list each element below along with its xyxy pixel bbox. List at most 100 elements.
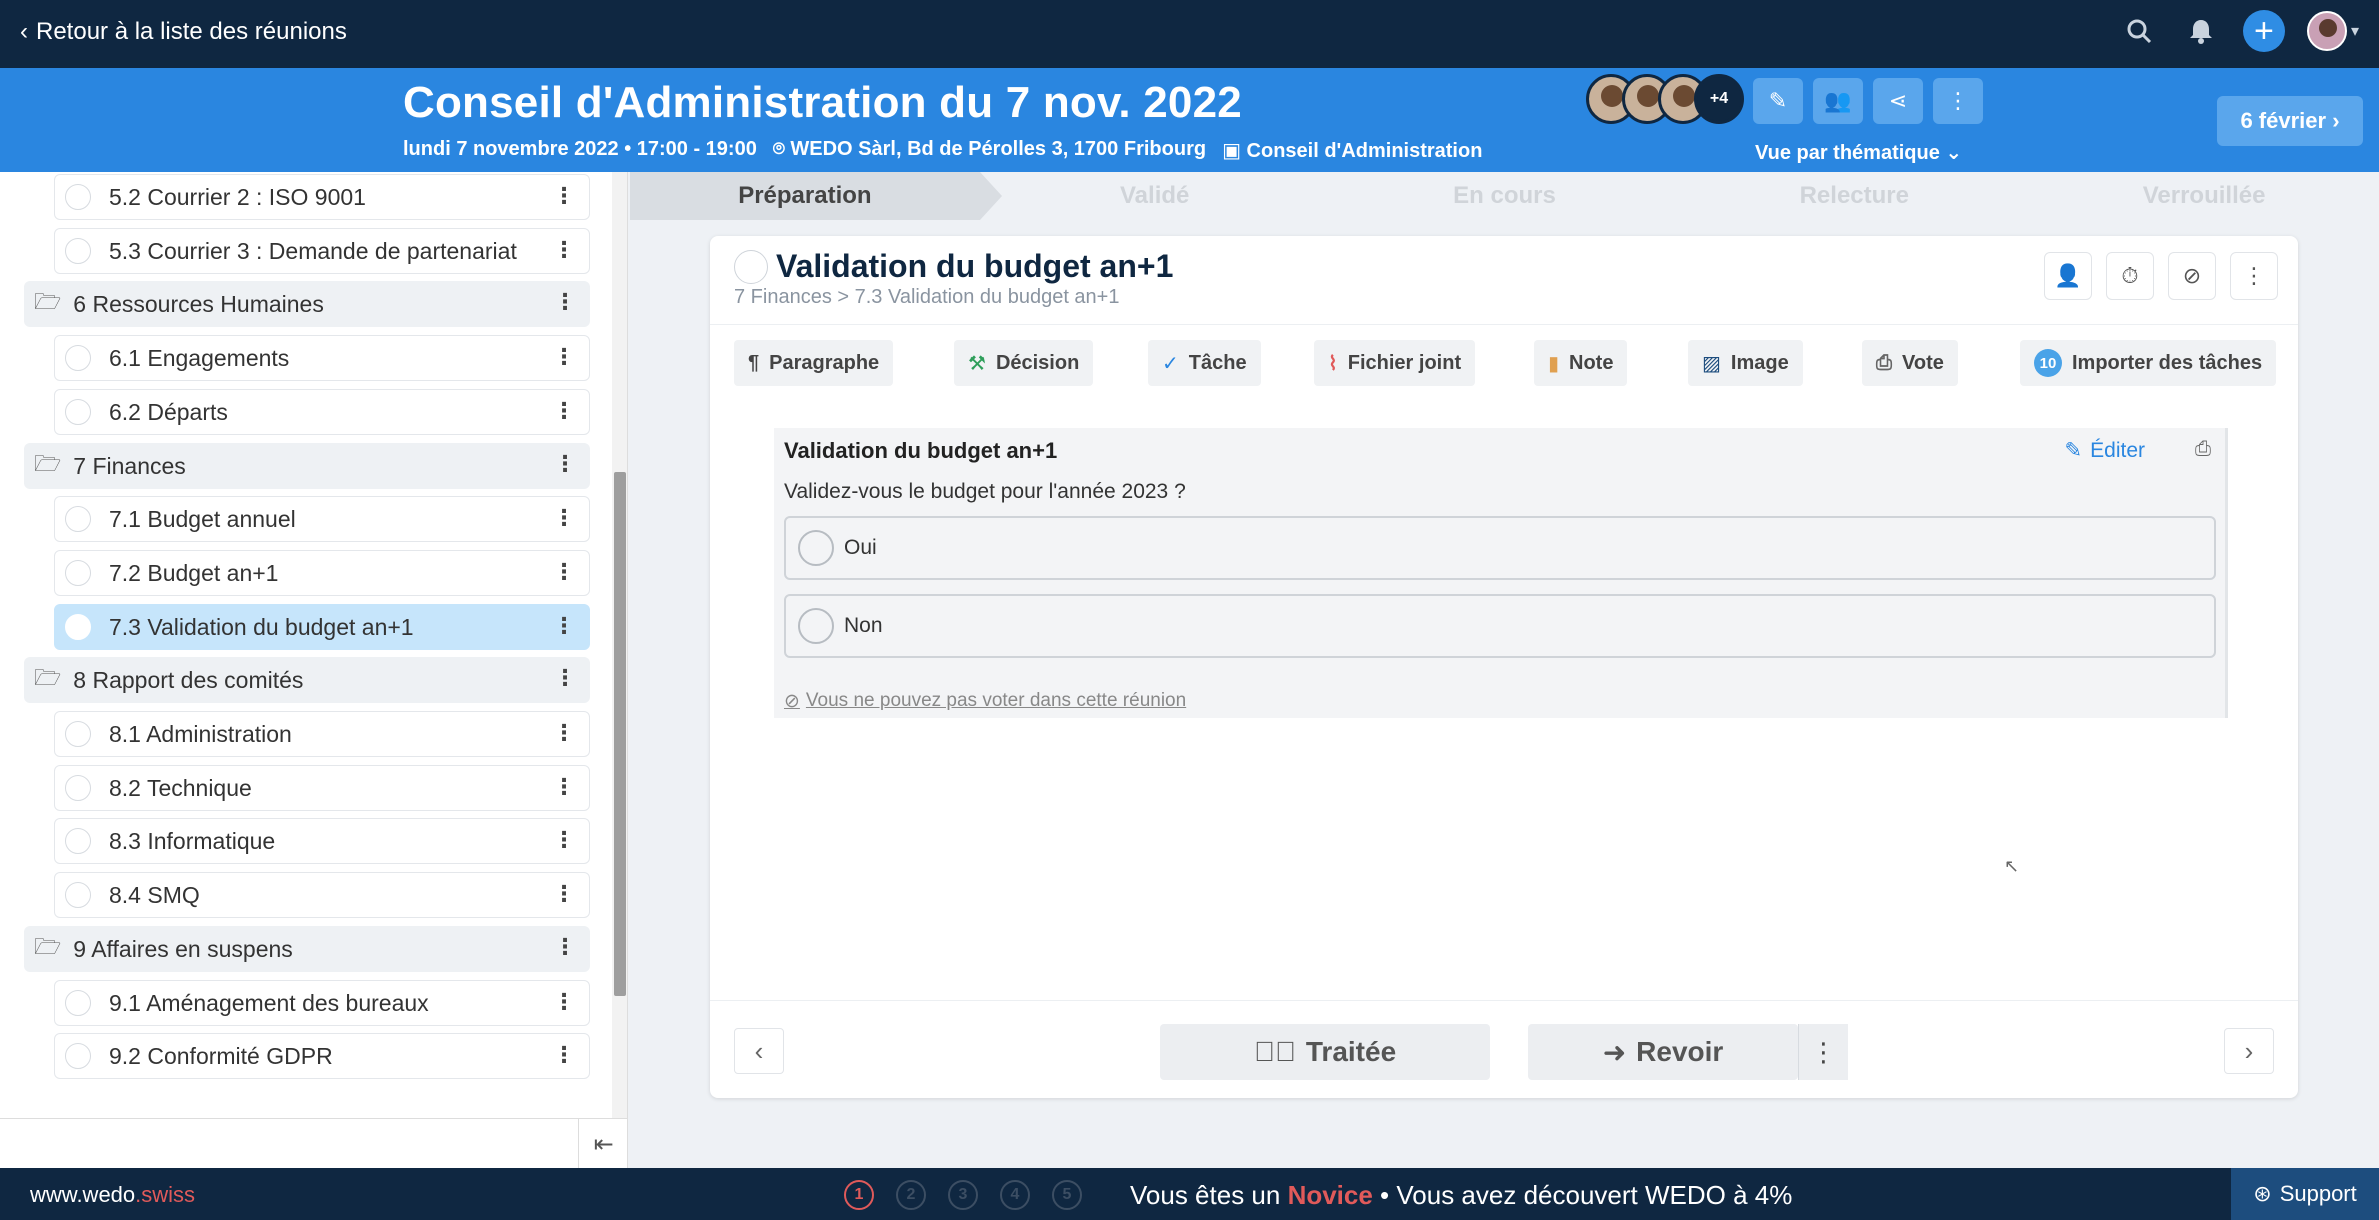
kebab-icon[interactable]: ⋮ [554,936,576,958]
agenda-item[interactable]: 8.4 SMQ ⋮ [54,872,590,918]
kebab-icon[interactable]: ⋮ [553,722,575,744]
agenda-section[interactable]: 🗁 8 Rapport des comités ⋮ [24,657,590,703]
add-decision-button[interactable]: ⚒ Décision [954,340,1094,386]
agenda-item[interactable]: 9.1 Aménagement des bureaux ⋮ [54,980,590,1026]
status-circle[interactable] [65,721,91,747]
ballot-icon[interactable]: ⎙ [2195,438,2211,461]
cannot-vote-text: Vous ne pouvez pas voter dans cette réun… [805,690,1187,711]
step-validated[interactable]: Validé [980,172,1330,220]
step-preparation[interactable]: Préparation [630,172,1002,220]
vote-option-oui[interactable]: Oui [784,516,2216,580]
edit-meeting-button[interactable]: ✎ [1753,78,1803,124]
kebab-icon[interactable]: ⋮ [553,400,575,422]
step-in-progress[interactable]: En cours [1330,172,1680,220]
kebab-icon[interactable]: ⋮ [554,291,576,313]
add-task-button[interactable]: ✓ Tâche [1148,340,1261,386]
import-tasks-button[interactable]: 10 Importer des tâches [2020,340,2277,386]
edit-vote-button[interactable]: ✎ Éditer [2065,438,2145,463]
kebab-icon[interactable]: ⋮ [553,991,575,1013]
more-options-button[interactable]: ⋮ [1933,78,1983,124]
agenda-item[interactable]: 7.2 Budget an+1 ⋮ [54,550,590,596]
add-paragraph-button[interactable]: ¶ Paragraphe [734,340,894,386]
review-more-button[interactable]: ⋮ [1798,1024,1848,1080]
kebab-icon[interactable]: ⋮ [554,667,576,689]
status-circle[interactable] [65,238,91,264]
cannot-vote-notice[interactable]: ⊘ Vous ne pouvez pas voter dans cette ré… [784,690,1186,713]
kebab-icon[interactable]: ⋮ [553,883,575,905]
step-locked[interactable]: Verrouillée [2029,172,2379,220]
step-review[interactable]: Relecture [1679,172,2029,220]
timer-button[interactable]: ⏱ [2106,252,2154,300]
agenda-item[interactable]: 8.1 Administration ⋮ [54,711,590,757]
import-tasks-label: Importer des tâches [2072,351,2263,374]
add-attachment-button[interactable]: ⌇ Fichier joint [1314,340,1476,386]
status-circle[interactable] [65,614,91,640]
review-button[interactable]: ➜ Revoir [1528,1024,1798,1080]
topic-more-button[interactable]: ⋮ [2230,252,2278,300]
next-topic-button[interactable]: › [2224,1028,2274,1074]
status-circle[interactable] [65,506,91,532]
sidebar-scrollbar[interactable] [612,172,627,1118]
participants-avatars[interactable]: +4 [1586,74,1744,124]
agenda-section[interactable]: 🗁 6 Ressources Humaines ⋮ [24,281,590,327]
status-circle[interactable] [65,990,91,1016]
kebab-icon[interactable]: ⋮ [553,776,575,798]
back-to-meetings-link[interactable]: ‹ Retour à la liste des réunions [20,18,347,46]
search-icon[interactable] [2119,11,2159,51]
agenda-item[interactable]: 8.2 Technique ⋮ [54,765,590,811]
mark-done-button[interactable]: ✓⃝ Traitée [1160,1024,1490,1080]
pencil-icon: ✎ [2064,439,2083,462]
site-link[interactable]: www.wedo.swiss [30,1182,195,1208]
next-meeting-button[interactable]: 6 février › [2217,96,2363,146]
kebab-icon[interactable]: ⋮ [553,615,575,637]
support-button[interactable]: ⊛ Support [2231,1168,2379,1220]
status-circle[interactable] [65,775,91,801]
status-circle[interactable] [65,882,91,908]
level-dot[interactable]: 5 [1052,1180,1082,1210]
status-circle[interactable] [65,560,91,586]
hide-topic-button[interactable]: ⊘ [2168,252,2216,300]
level-dot[interactable]: 2 [896,1180,926,1210]
vote-option-non[interactable]: Non [784,594,2216,658]
agenda-item[interactable]: 8.3 Informatique ⋮ [54,818,590,864]
add-vote-button[interactable]: ⎙ Vote [1862,340,1958,386]
status-circle[interactable] [65,828,91,854]
agenda-item[interactable]: 6.2 Départs ⋮ [54,389,590,435]
agenda-item[interactable]: 7.1 Budget annuel ⋮ [54,496,590,542]
kebab-icon[interactable]: ⋮ [553,1044,575,1066]
kebab-icon[interactable]: ⋮ [553,239,575,261]
add-button[interactable]: + [2242,10,2285,52]
level-dot[interactable]: 4 [1000,1180,1030,1210]
manage-participants-button[interactable]: 👥 [1813,78,1863,124]
level-dot[interactable]: 1 [844,1180,874,1210]
view-selector[interactable]: Vue par thématique ⌄ [1755,140,1962,165]
user-menu[interactable]: ▾ [2306,11,2359,51]
add-image-button[interactable]: ▨ Image [1688,340,1803,386]
agenda-item[interactable]: 9.2 Conformité GDPR ⋮ [54,1033,590,1079]
scrollbar-thumb[interactable] [614,472,626,996]
agenda-section[interactable]: 🗁 9 Affaires en suspens ⋮ [24,926,590,972]
kebab-icon[interactable]: ⋮ [553,507,575,529]
previous-topic-button[interactable]: ‹ [734,1028,784,1074]
agenda-item-selected[interactable]: 7.3 Validation du budget an+1 ⋮ [54,604,590,650]
status-circle[interactable] [65,345,91,371]
bell-icon[interactable] [2181,11,2221,51]
kebab-icon[interactable]: ⋮ [553,561,575,583]
add-note-button[interactable]: ▮ Note [1534,340,1628,386]
agenda-item[interactable]: 5.3 Courrier 3 : Demande de partenariat ⋮ [54,228,590,274]
agenda-item[interactable]: 6.1 Engagements ⋮ [54,335,590,381]
level-dot[interactable]: 3 [948,1180,978,1210]
kebab-icon[interactable]: ⋮ [553,346,575,368]
kebab-icon[interactable]: ⋮ [553,185,575,207]
collapse-sidebar-button[interactable]: ⇤ [578,1119,627,1168]
kebab-icon[interactable]: ⋮ [554,453,576,475]
status-circle[interactable] [65,184,91,210]
status-circle[interactable] [65,399,91,425]
kebab-icon[interactable]: ⋮ [553,829,575,851]
share-button[interactable]: ⋖ [1873,78,1923,124]
status-circle[interactable] [65,1043,91,1069]
agenda-item[interactable]: 5.2 Courrier 2 : ISO 9001 ⋮ [54,174,590,220]
assign-user-button[interactable]: 👤 [2044,252,2092,300]
topic-status-checkbox[interactable] [734,250,768,284]
agenda-section[interactable]: 🗁 7 Finances ⋮ [24,443,590,489]
